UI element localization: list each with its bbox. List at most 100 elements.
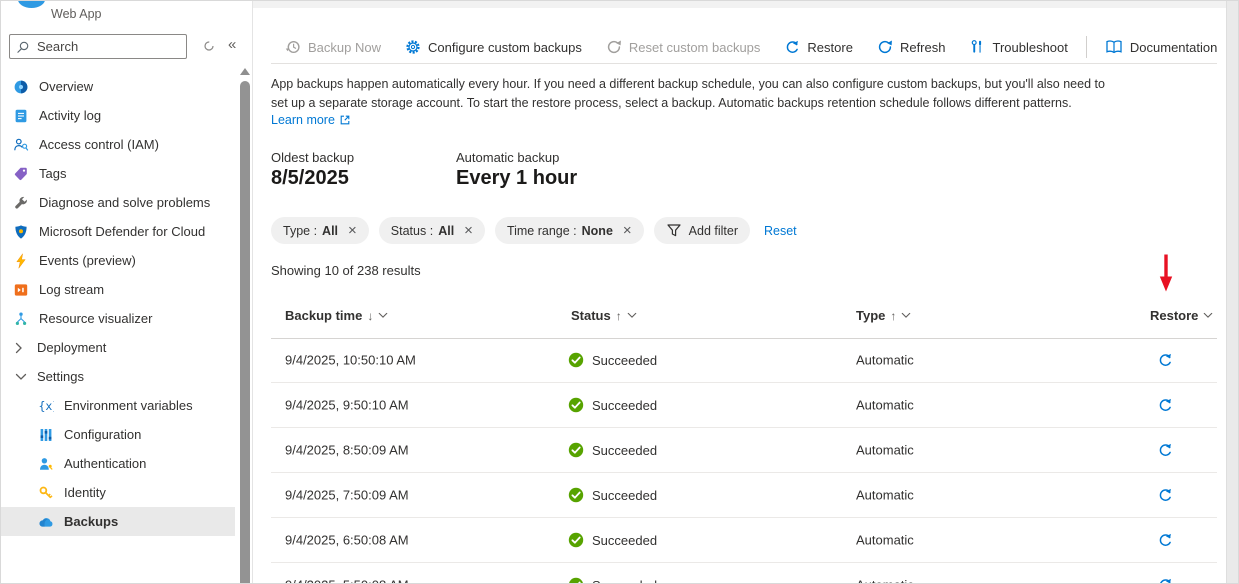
- sidebar: Web App « Overview Activity log Access c…: [1, 1, 253, 583]
- authentication-icon: [38, 456, 54, 472]
- restore-button[interactable]: Restore: [772, 31, 865, 63]
- table-row[interactable]: 9/4/2025, 8:50:09 AM Succeeded Automatic: [271, 428, 1217, 473]
- external-link-icon: [339, 114, 351, 126]
- troubleshoot-icon: [969, 39, 985, 55]
- table-row[interactable]: 9/4/2025, 10:50:10 AM Succeeded Automati…: [271, 338, 1217, 383]
- status-badge: Succeeded: [592, 578, 657, 584]
- sidebar-item-activity-log[interactable]: Activity log: [1, 101, 235, 130]
- type-cell: Automatic: [856, 578, 914, 584]
- sidebar-search[interactable]: [9, 34, 187, 59]
- status-badge: Succeeded: [592, 488, 657, 503]
- restore-icon: [1157, 442, 1173, 458]
- clock-icon: [285, 39, 301, 55]
- sidebar-item-authentication[interactable]: Authentication: [1, 449, 235, 478]
- oldest-backup-label: Oldest backup: [271, 150, 354, 165]
- funnel-icon: [666, 223, 682, 238]
- restore-icon: [784, 39, 800, 55]
- sidebar-item-tags[interactable]: Tags: [1, 159, 235, 188]
- description-text: App backups happen automatically every h…: [271, 75, 1231, 113]
- sidebar-item-backups[interactable]: Backups: [1, 507, 235, 536]
- azure-backups-page: Web App « Overview Activity log Access c…: [0, 0, 1239, 584]
- backup-time-cell: 9/4/2025, 8:50:09 AM: [285, 443, 409, 458]
- backup-time-cell: 9/4/2025, 9:50:10 AM: [285, 398, 409, 413]
- type-cell: Automatic: [856, 488, 914, 503]
- status-badge: Succeeded: [592, 533, 657, 548]
- row-restore-button[interactable]: [1155, 485, 1175, 505]
- row-restore-button[interactable]: [1155, 530, 1175, 550]
- reset-icon: [606, 39, 622, 55]
- status-cell: Succeeded: [568, 442, 657, 458]
- column-header-backup-time[interactable]: Backup time ↓: [285, 308, 388, 323]
- sidebar-item-environment-variables[interactable]: Environment variables: [1, 391, 235, 420]
- chevron-down-icon: [1203, 312, 1213, 319]
- reset-filters-link[interactable]: Reset: [764, 224, 797, 238]
- sidebar-group-deployment[interactable]: Deployment: [1, 333, 235, 362]
- sync-icon[interactable]: [203, 40, 215, 52]
- row-restore-button[interactable]: [1155, 440, 1175, 460]
- row-restore-button[interactable]: [1155, 575, 1175, 584]
- configure-custom-backups-button[interactable]: Configure custom backups: [393, 31, 594, 63]
- sidebar-item-defender[interactable]: Microsoft Defender for Cloud: [1, 217, 235, 246]
- troubleshoot-button[interactable]: Troubleshoot: [957, 31, 1079, 63]
- table-row[interactable]: 9/4/2025, 5:50:08 AM Succeeded Automatic: [271, 563, 1217, 584]
- chevron-down-icon: [15, 371, 27, 383]
- success-check-icon: [568, 352, 584, 368]
- oldest-backup-value: 8/5/2025: [271, 167, 349, 190]
- filter-pill-time-range[interactable]: Time range : None ×: [495, 217, 644, 244]
- backup-now-button[interactable]: Backup Now: [273, 31, 393, 63]
- search-input[interactable]: [35, 38, 180, 55]
- sidebar-item-access-control[interactable]: Access control (IAM): [1, 130, 235, 159]
- restore-icon: [1157, 577, 1173, 584]
- sidebar-item-resource-visualizer[interactable]: Resource visualizer: [1, 304, 235, 333]
- resource-visualizer-icon: [13, 311, 29, 327]
- refresh-button[interactable]: Refresh: [865, 31, 958, 63]
- close-icon[interactable]: ×: [348, 223, 357, 238]
- scrollbar-up-arrow[interactable]: [240, 68, 250, 75]
- collapse-sidebar-button[interactable]: «: [228, 36, 236, 53]
- backup-time-cell: 9/4/2025, 10:50:10 AM: [285, 353, 416, 368]
- status-cell: Succeeded: [568, 487, 657, 503]
- row-restore-button[interactable]: [1155, 350, 1175, 370]
- status-cell: Succeeded: [568, 532, 657, 548]
- cloud-backup-icon: [38, 514, 54, 530]
- tag-icon: [13, 166, 29, 182]
- success-check-icon: [568, 577, 584, 584]
- sidebar-item-events[interactable]: Events (preview): [1, 246, 235, 275]
- restore-icon: [1157, 532, 1173, 548]
- status-cell: Succeeded: [568, 397, 657, 413]
- sidebar-item-log-stream[interactable]: Log stream: [1, 275, 235, 304]
- learn-more-link[interactable]: Learn more: [271, 113, 351, 127]
- table-row[interactable]: 9/4/2025, 6:50:08 AM Succeeded Automatic: [271, 518, 1217, 563]
- table-header: Backup time ↓ Status ↑ Type ↑ Restore: [271, 296, 1217, 339]
- status-badge: Succeeded: [592, 443, 657, 458]
- sidebar-scrollbar-thumb[interactable]: [240, 81, 250, 584]
- sidebar-group-settings[interactable]: Settings: [1, 362, 235, 391]
- log-stream-icon: [13, 282, 29, 298]
- documentation-button[interactable]: Documentation: [1093, 31, 1229, 63]
- activity-log-icon: [13, 108, 29, 124]
- restore-icon: [1157, 397, 1173, 413]
- status-badge: Succeeded: [592, 353, 657, 368]
- row-restore-button[interactable]: [1155, 395, 1175, 415]
- close-icon[interactable]: ×: [464, 223, 473, 238]
- gear-icon: [405, 39, 421, 55]
- column-header-type[interactable]: Type ↑: [856, 308, 911, 323]
- add-filter-button[interactable]: Add filter: [654, 217, 750, 244]
- sidebar-item-identity[interactable]: Identity: [1, 478, 235, 507]
- reset-custom-backups-button[interactable]: Reset custom backups: [594, 31, 773, 63]
- filter-pill-status[interactable]: Status : All ×: [379, 217, 485, 244]
- sidebar-item-configuration[interactable]: Configuration: [1, 420, 235, 449]
- table-row[interactable]: 9/4/2025, 7:50:09 AM Succeeded Automatic: [271, 473, 1217, 518]
- web-app-resource-icon: [18, 0, 45, 8]
- close-icon[interactable]: ×: [623, 223, 632, 238]
- backup-time-cell: 9/4/2025, 5:50:08 AM: [285, 578, 409, 584]
- column-header-status[interactable]: Status ↑: [571, 308, 637, 323]
- sidebar-item-diagnose[interactable]: Diagnose and solve problems: [1, 188, 235, 217]
- status-cell: Succeeded: [568, 577, 657, 584]
- table-row[interactable]: 9/4/2025, 9:50:10 AM Succeeded Automatic: [271, 383, 1217, 428]
- column-header-restore[interactable]: Restore: [1150, 308, 1213, 323]
- filter-pill-type[interactable]: Type : All ×: [271, 217, 369, 244]
- sidebar-item-overview[interactable]: Overview: [1, 72, 235, 101]
- lightning-icon: [13, 253, 29, 269]
- access-control-icon: [13, 137, 29, 153]
